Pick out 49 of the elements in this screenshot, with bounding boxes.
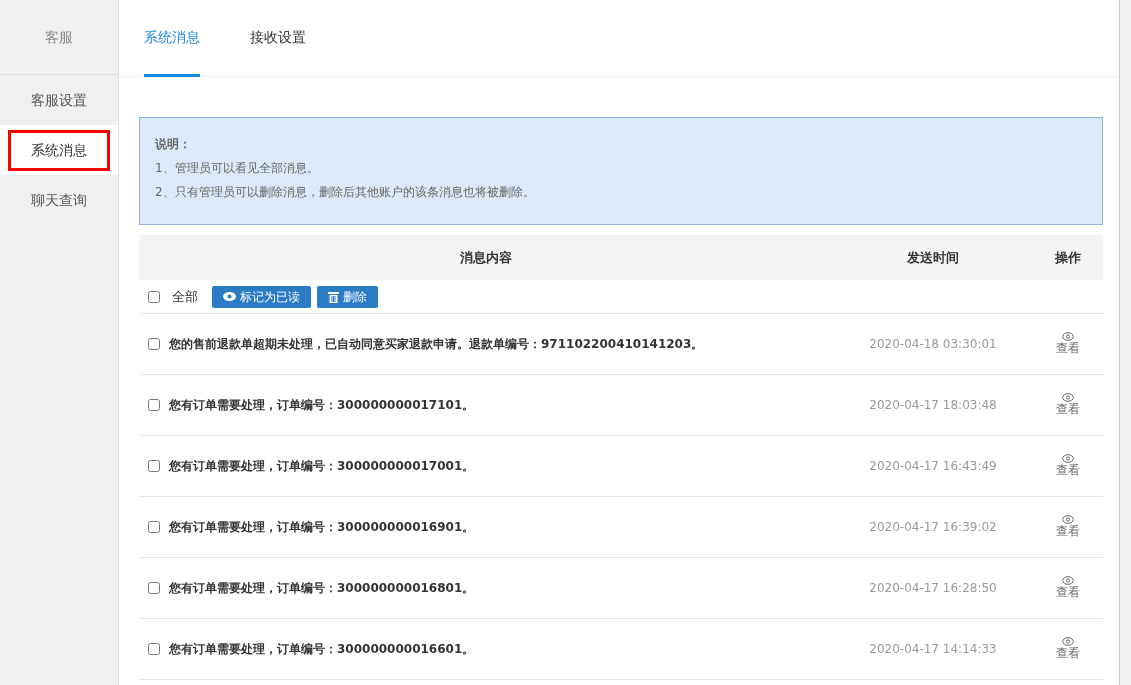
message-text: 您的售前退款单超期未处理，已自动同意买家退款申请。退款单编号：971102200410141203。 [169,336,704,353]
eye-icon [1062,515,1074,524]
column-header: 操作 [1054,248,1082,267]
message-text: 您有订单需要处理，订单编号：300000000016801。 [169,580,475,597]
send-time: 2020-04-17 16:28:50 [868,580,998,597]
sidebar-item[interactable]: 客服设置 [0,75,118,125]
view-button[interactable]: 查看 [1056,393,1080,417]
row-checkbox[interactable] [148,643,160,655]
sidebar-item[interactable]: 系统消息 [0,125,118,175]
message-text: 您有订单需要处理，订单编号：300000000017001。 [169,458,475,475]
eye-icon [1062,576,1074,585]
send-time: 2020-04-17 14:14:33 [868,641,998,658]
eye-icon [1062,393,1074,402]
column-header: 发送时间 [906,248,960,267]
message-text: 您有订单需要处理，订单编号：300000000016901。 [169,519,475,536]
send-time: 2020-04-17 16:39:02 [868,519,998,536]
notice-text: 2、只有管理员可以删除消息，删除后其他账户的该条消息也将被删除。 [155,184,536,201]
notice-text: 1、管理员可以看见全部消息。 [155,160,320,177]
eye-icon [1062,332,1074,341]
message-text: 您有订单需要处理，订单编号：300000000017101。 [169,397,475,414]
notice-title: 说明： [155,136,192,153]
view-button[interactable]: 查看 [1056,515,1080,539]
trash-icon [328,290,339,303]
row-checkbox[interactable] [148,582,160,594]
view-button[interactable]: 查看 [1056,576,1080,600]
tab[interactable]: 接收设置 [250,0,306,77]
eye-icon [223,292,236,301]
delete-button[interactable]: 删除 [317,285,378,308]
tab[interactable]: 系统消息 [144,0,200,77]
view-button[interactable]: 查看 [1056,454,1080,478]
scrollbar[interactable] [1119,0,1131,685]
send-time: 2020-04-18 03:30:01 [868,336,998,353]
column-header: 消息内容 [459,248,513,267]
eye-icon [1062,454,1074,463]
row-checkbox[interactable] [148,521,160,533]
eye-icon [1062,637,1074,646]
row-checkbox[interactable] [148,460,160,472]
select-all-checkbox[interactable] [148,290,160,303]
sidebar-title: 客服 [0,0,118,75]
mark-read-button[interactable]: 标记为已读 [212,285,311,308]
view-button[interactable]: 查看 [1056,332,1080,356]
message-text: 您有订单需要处理，订单编号：300000000016601。 [169,641,475,658]
sidebar-item[interactable]: 聊天查询 [0,175,118,225]
row-checkbox[interactable] [148,338,160,350]
send-time: 2020-04-17 16:43:49 [868,458,998,475]
send-time: 2020-04-17 18:03:48 [868,397,998,414]
select-all-label: 全部 [172,287,198,306]
row-checkbox[interactable] [148,399,160,411]
view-button[interactable]: 查看 [1056,637,1080,661]
